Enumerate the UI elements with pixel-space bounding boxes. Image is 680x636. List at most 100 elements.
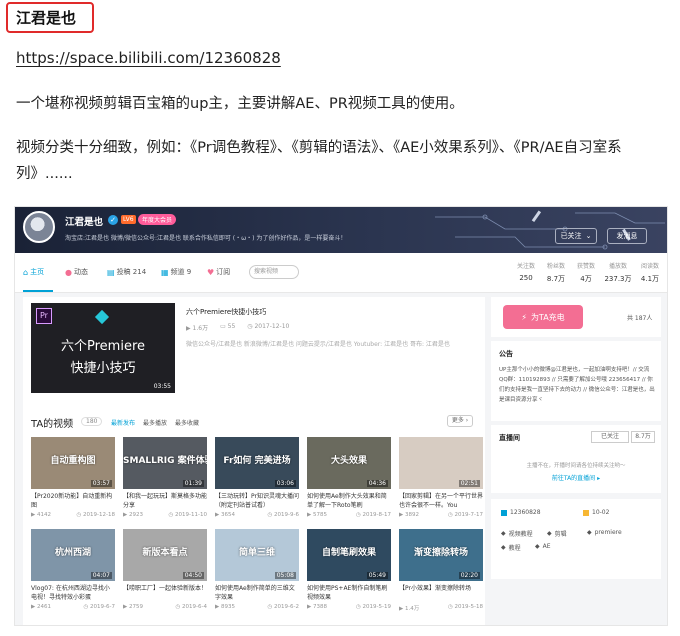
- message-button[interactable]: 发消息: [607, 228, 647, 244]
- stat-likes: 获赞数 4万: [576, 263, 595, 283]
- video-card[interactable]: 大头效果 04:36 如何使用Ae制作大头效果和简单了解一下Roto笔刷 ▶ 5785…: [307, 437, 391, 518]
- birthday-row: 10-02: [583, 509, 609, 516]
- video-title[interactable]: 如何使用Ae制作大头效果和简单了解一下Roto笔刷: [307, 492, 391, 510]
- video-duration: 03:06: [274, 480, 296, 487]
- featured-comments: ▭ 55: [220, 323, 236, 330]
- video-thumbnail[interactable]: 新版本看点 04:50: [123, 529, 207, 581]
- video-card[interactable]: SMALLRIG 案件体验 01:39 【和我一起玩玩】斯莫格多功能分享 ▶ 2923…: [123, 437, 207, 518]
- video-meta: ▶ 4142 ◷ 2019-12-18: [31, 512, 115, 518]
- notice-title: 公告: [499, 350, 513, 358]
- avatar[interactable]: [23, 211, 55, 243]
- video-thumbnail[interactable]: 自动重构图 03:57: [31, 437, 115, 489]
- stat-following[interactable]: 关注数 250: [511, 261, 541, 282]
- tab-dynamic[interactable]: ● 动态: [65, 267, 88, 277]
- tab-home[interactable]: ⌂ 主页: [23, 267, 44, 277]
- video-card[interactable]: 02:51 【回家剪辑】在另一个平行世界也许会很不一样。You ▶ 3892 ◷ 20…: [399, 437, 483, 518]
- video-meta: ▶ 1.4万 ◷ 2019-5-18: [399, 604, 483, 612]
- video-title[interactable]: 【Pr2020新功能】自动重新构图: [31, 492, 115, 510]
- featured-video-thumbnail[interactable]: Pr 六个Premiere 快捷小技巧 03:55: [31, 303, 175, 393]
- video-plays: ▶ 4142: [31, 512, 51, 518]
- video-title[interactable]: 【Pr小效果】渐变擦除转场: [399, 584, 483, 602]
- video-card[interactable]: 杭州西湖 04:07 Vlog07: 在杭州西湖边寻找小电视！寻找特效小彩蛋 ▶ 24…: [31, 529, 115, 610]
- follow-button[interactable]: 已关注 ⌄: [555, 228, 597, 244]
- sort-most-favorited[interactable]: 最多收藏: [175, 418, 199, 427]
- more-videos-button[interactable]: 更多 ›: [447, 415, 473, 427]
- thumbnail-caption: 新版本看点: [142, 548, 188, 558]
- video-title[interactable]: 【回家剪辑】在另一个平行世界也许会很不一样。You: [399, 492, 483, 510]
- video-card[interactable]: Fr如何 完美进场 03:06 【三动玩转】Pr知识灵魂大播问（附定刊站普试看） ▶ …: [215, 437, 299, 518]
- video-duration: 02:20: [458, 572, 480, 579]
- video-duration: 05:49: [366, 572, 388, 579]
- sort-most-played[interactable]: 最多播放: [143, 418, 167, 427]
- video-thumbnail[interactable]: 大头效果 04:36: [307, 437, 391, 489]
- featured-meta: ▶ 1.6万 ▭ 55 ◷ 2017-12-10: [186, 323, 289, 332]
- video-date: ◷ 2019-9-6: [267, 512, 299, 518]
- video-card[interactable]: 新版本看点 04:50 【唠职工厂】一起体验新版本！ ▶ 2759 ◷ 2019-6-4: [123, 529, 207, 610]
- charge-count: 共 187人: [627, 315, 653, 322]
- charge-button[interactable]: ⚡ 为TA充电: [503, 305, 583, 329]
- featured-desc: 微信公众号/江君是也 新浪微博/江君是也 问题云提示/江君是也 Youtuber…: [186, 341, 450, 348]
- video-search-input[interactable]: 搜索视频: [249, 265, 299, 279]
- featured-date: ◷ 2017-12-10: [247, 323, 290, 330]
- bilibili-space-screenshot: 江君是也 ✓ LV6 年度大会员 淘宝店:江君是也 微博/微信公众号:江君是也 …: [14, 206, 668, 626]
- video-plays: ▶ 3654: [215, 512, 235, 518]
- video-plays: ▶ 2923: [123, 512, 143, 518]
- space-url-link[interactable]: https://space.bilibili.com/12360828: [16, 49, 281, 67]
- featured-title[interactable]: 六个Premiere快捷小技巧: [186, 307, 266, 317]
- video-thumbnail[interactable]: SMALLRIG 案件体验 01:39: [123, 437, 207, 489]
- video-duration: 05:08: [274, 572, 296, 579]
- live-room-link[interactable]: 前往TA的直播间 ▸: [491, 473, 661, 482]
- video-title[interactable]: 【唠职工厂】一起体验新版本！: [123, 584, 207, 602]
- tag-item[interactable]: ◆ 剪辑: [547, 529, 567, 538]
- video-thumbnail[interactable]: 渐变擦除转场 02:20: [399, 529, 483, 581]
- comment-icon: ▭: [220, 323, 228, 330]
- video-title[interactable]: 如何使用Ae制作简单的三维文字效果: [215, 584, 299, 602]
- tab-upload[interactable]: ▤ 投稿 214: [107, 267, 146, 277]
- video-thumbnail[interactable]: Fr如何 完美进场 03:06: [215, 437, 299, 489]
- video-card[interactable]: 渐变擦除转场 02:20 【Pr小效果】渐变擦除转场 ▶ 1.4万 ◷ 2019-5-1…: [399, 529, 483, 612]
- video-title[interactable]: 【和我一起玩玩】斯莫格多功能分享: [123, 492, 207, 510]
- video-meta: ▶ 7388 ◷ 2019-5-19: [307, 604, 391, 610]
- sort-newest[interactable]: 最新发布: [111, 418, 135, 427]
- live-follow-button[interactable]: 已关注: [591, 431, 629, 443]
- video-thumbnail[interactable]: 简单三维 05:08: [215, 529, 299, 581]
- video-duration: 01:39: [182, 480, 204, 487]
- uid-row: 12360828: [501, 509, 541, 516]
- video-thumbnail[interactable]: 杭州西湖 04:07: [31, 529, 115, 581]
- stat-fans[interactable]: 粉丝数 8.7万: [541, 261, 571, 284]
- video-plays: ▶ 3892: [399, 512, 419, 518]
- video-plays: ▶ 1.4万: [399, 606, 420, 612]
- thumbnail-caption: 大头效果: [330, 456, 367, 466]
- video-plays: ▶ 2759: [123, 604, 143, 610]
- tag-item[interactable]: ◆ premiere: [587, 529, 622, 536]
- tab-channel[interactable]: ▦ 频道 9: [161, 267, 191, 277]
- tab-subscribe[interactable]: ♥ 订阅: [207, 267, 230, 277]
- video-card[interactable]: 自动重构图 03:57 【Pr2020新功能】自动重新构图 ▶ 4142 ◷ 2019-…: [31, 437, 115, 518]
- video-duration: 04:50: [182, 572, 204, 579]
- video-card[interactable]: 简单三维 05:08 如何使用Ae制作简单的三维文字效果 ▶ 8935 ◷ 2019-6…: [215, 529, 299, 610]
- video-plays: ▶ 8935: [215, 604, 235, 610]
- tag-item[interactable]: ◆ 教程: [501, 543, 521, 552]
- thumbnail-caption: 渐变擦除转场: [413, 548, 468, 558]
- uid-icon: [501, 509, 507, 516]
- video-date: ◷ 2019-8-17: [355, 512, 391, 518]
- intro-paragraph: 一个堪称视频剪辑百宝箱的up主，主要讲解AE、PR视频工具的使用。: [16, 96, 464, 112]
- channel-icon: ▦: [161, 267, 169, 277]
- video-thumbnail[interactable]: 自制笔刷效果 05:49: [307, 529, 391, 581]
- thumbnail-caption: 杭州西湖: [54, 548, 91, 558]
- follow-label: 已关注: [560, 232, 582, 240]
- video-title[interactable]: 如何使用PS+AE制作自制笔刷视频效果: [307, 584, 391, 602]
- video-title[interactable]: 【三动玩转】Pr知识灵魂大播问（附定刊站普试看）: [215, 492, 299, 510]
- video-card[interactable]: 自制笔刷效果 05:49 如何使用PS+AE制作自制笔刷视频效果 ▶ 7388 ◷ 20…: [307, 529, 391, 610]
- tag-item[interactable]: ◆ AE: [535, 543, 551, 550]
- notice-text: UP主那个小小的微博@江君是也，一起加油啊支持吧！// 交流QQ群：110192…: [499, 367, 655, 403]
- video-meta: ▶ 2759 ◷ 2019-6-4: [123, 604, 207, 610]
- tag-item[interactable]: ◆ 视频教程: [501, 529, 533, 538]
- live-follower-count: 8.7万: [631, 431, 655, 443]
- chevron-down-icon: ⌄: [585, 232, 592, 240]
- video-thumbnail[interactable]: 02:51: [399, 437, 483, 489]
- category-paragraph: 视频分类十分细致，例如：《Pr调色教程》、《剪辑的语法》、《AE小效果系列》、《…: [16, 140, 622, 182]
- video-title[interactable]: Vlog07: 在杭州西湖边寻找小电视！寻找特效小彩蛋: [31, 584, 115, 602]
- featured-thumb-line1: 六个Premiere: [61, 339, 145, 354]
- featured-duration: 03:55: [153, 383, 171, 390]
